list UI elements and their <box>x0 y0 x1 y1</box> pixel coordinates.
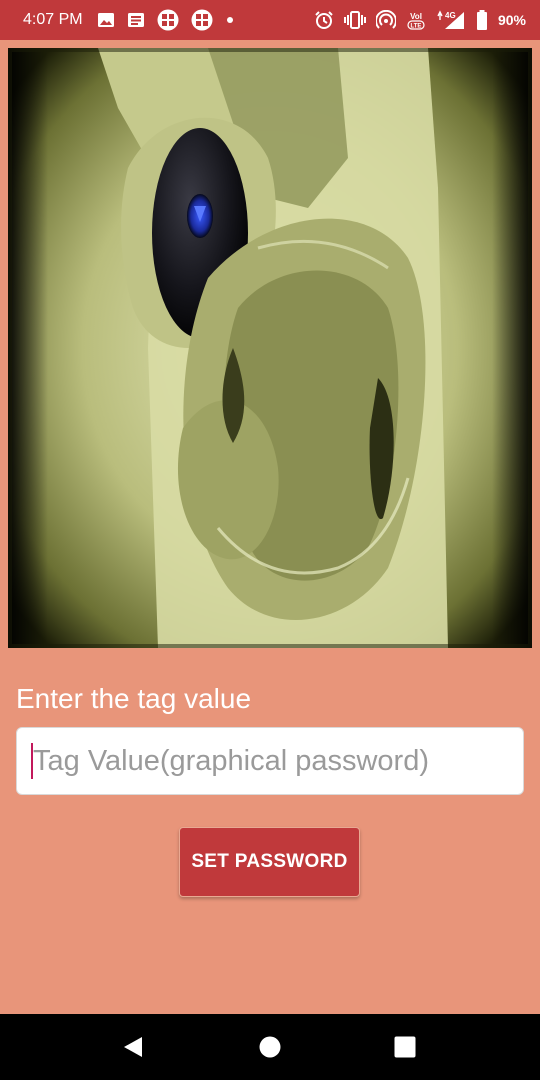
app-grid-icon <box>191 9 213 31</box>
svg-text:VoI: VoI <box>410 12 422 21</box>
battery-percent: 90% <box>497 12 526 28</box>
navigation-bar <box>0 1014 540 1080</box>
status-time: 4:07 PM <box>23 11 83 28</box>
status-bar: 4:07 PM VoI LTE 4G 90% <box>0 0 540 40</box>
set-password-button[interactable]: SET PASSWORD <box>179 827 360 897</box>
image-icon <box>97 12 115 28</box>
hotspot-icon <box>375 10 396 30</box>
signal-icon: 4G <box>436 10 466 30</box>
recents-icon[interactable] <box>393 1035 417 1059</box>
tag-value-input[interactable] <box>33 733 503 789</box>
alarm-icon <box>314 10 334 30</box>
message-icon <box>127 12 145 28</box>
svg-text:4G: 4G <box>445 11 456 20</box>
notification-icons <box>97 9 235 31</box>
app-grid-icon <box>157 9 179 31</box>
tag-value-field[interactable] <box>16 727 524 795</box>
battery-icon <box>476 10 488 30</box>
magic-8-ball-image <box>8 48 532 648</box>
volte-icon: VoI LTE <box>406 10 426 30</box>
svg-text:LTE: LTE <box>411 24 422 30</box>
dot-icon <box>225 15 235 25</box>
home-icon[interactable] <box>258 1035 282 1059</box>
back-icon[interactable] <box>121 1035 145 1059</box>
vibrate-icon <box>343 11 366 29</box>
system-status-icons: VoI LTE 4G 90% <box>314 10 526 30</box>
tag-value-label: Enter the tag value <box>16 683 252 714</box>
